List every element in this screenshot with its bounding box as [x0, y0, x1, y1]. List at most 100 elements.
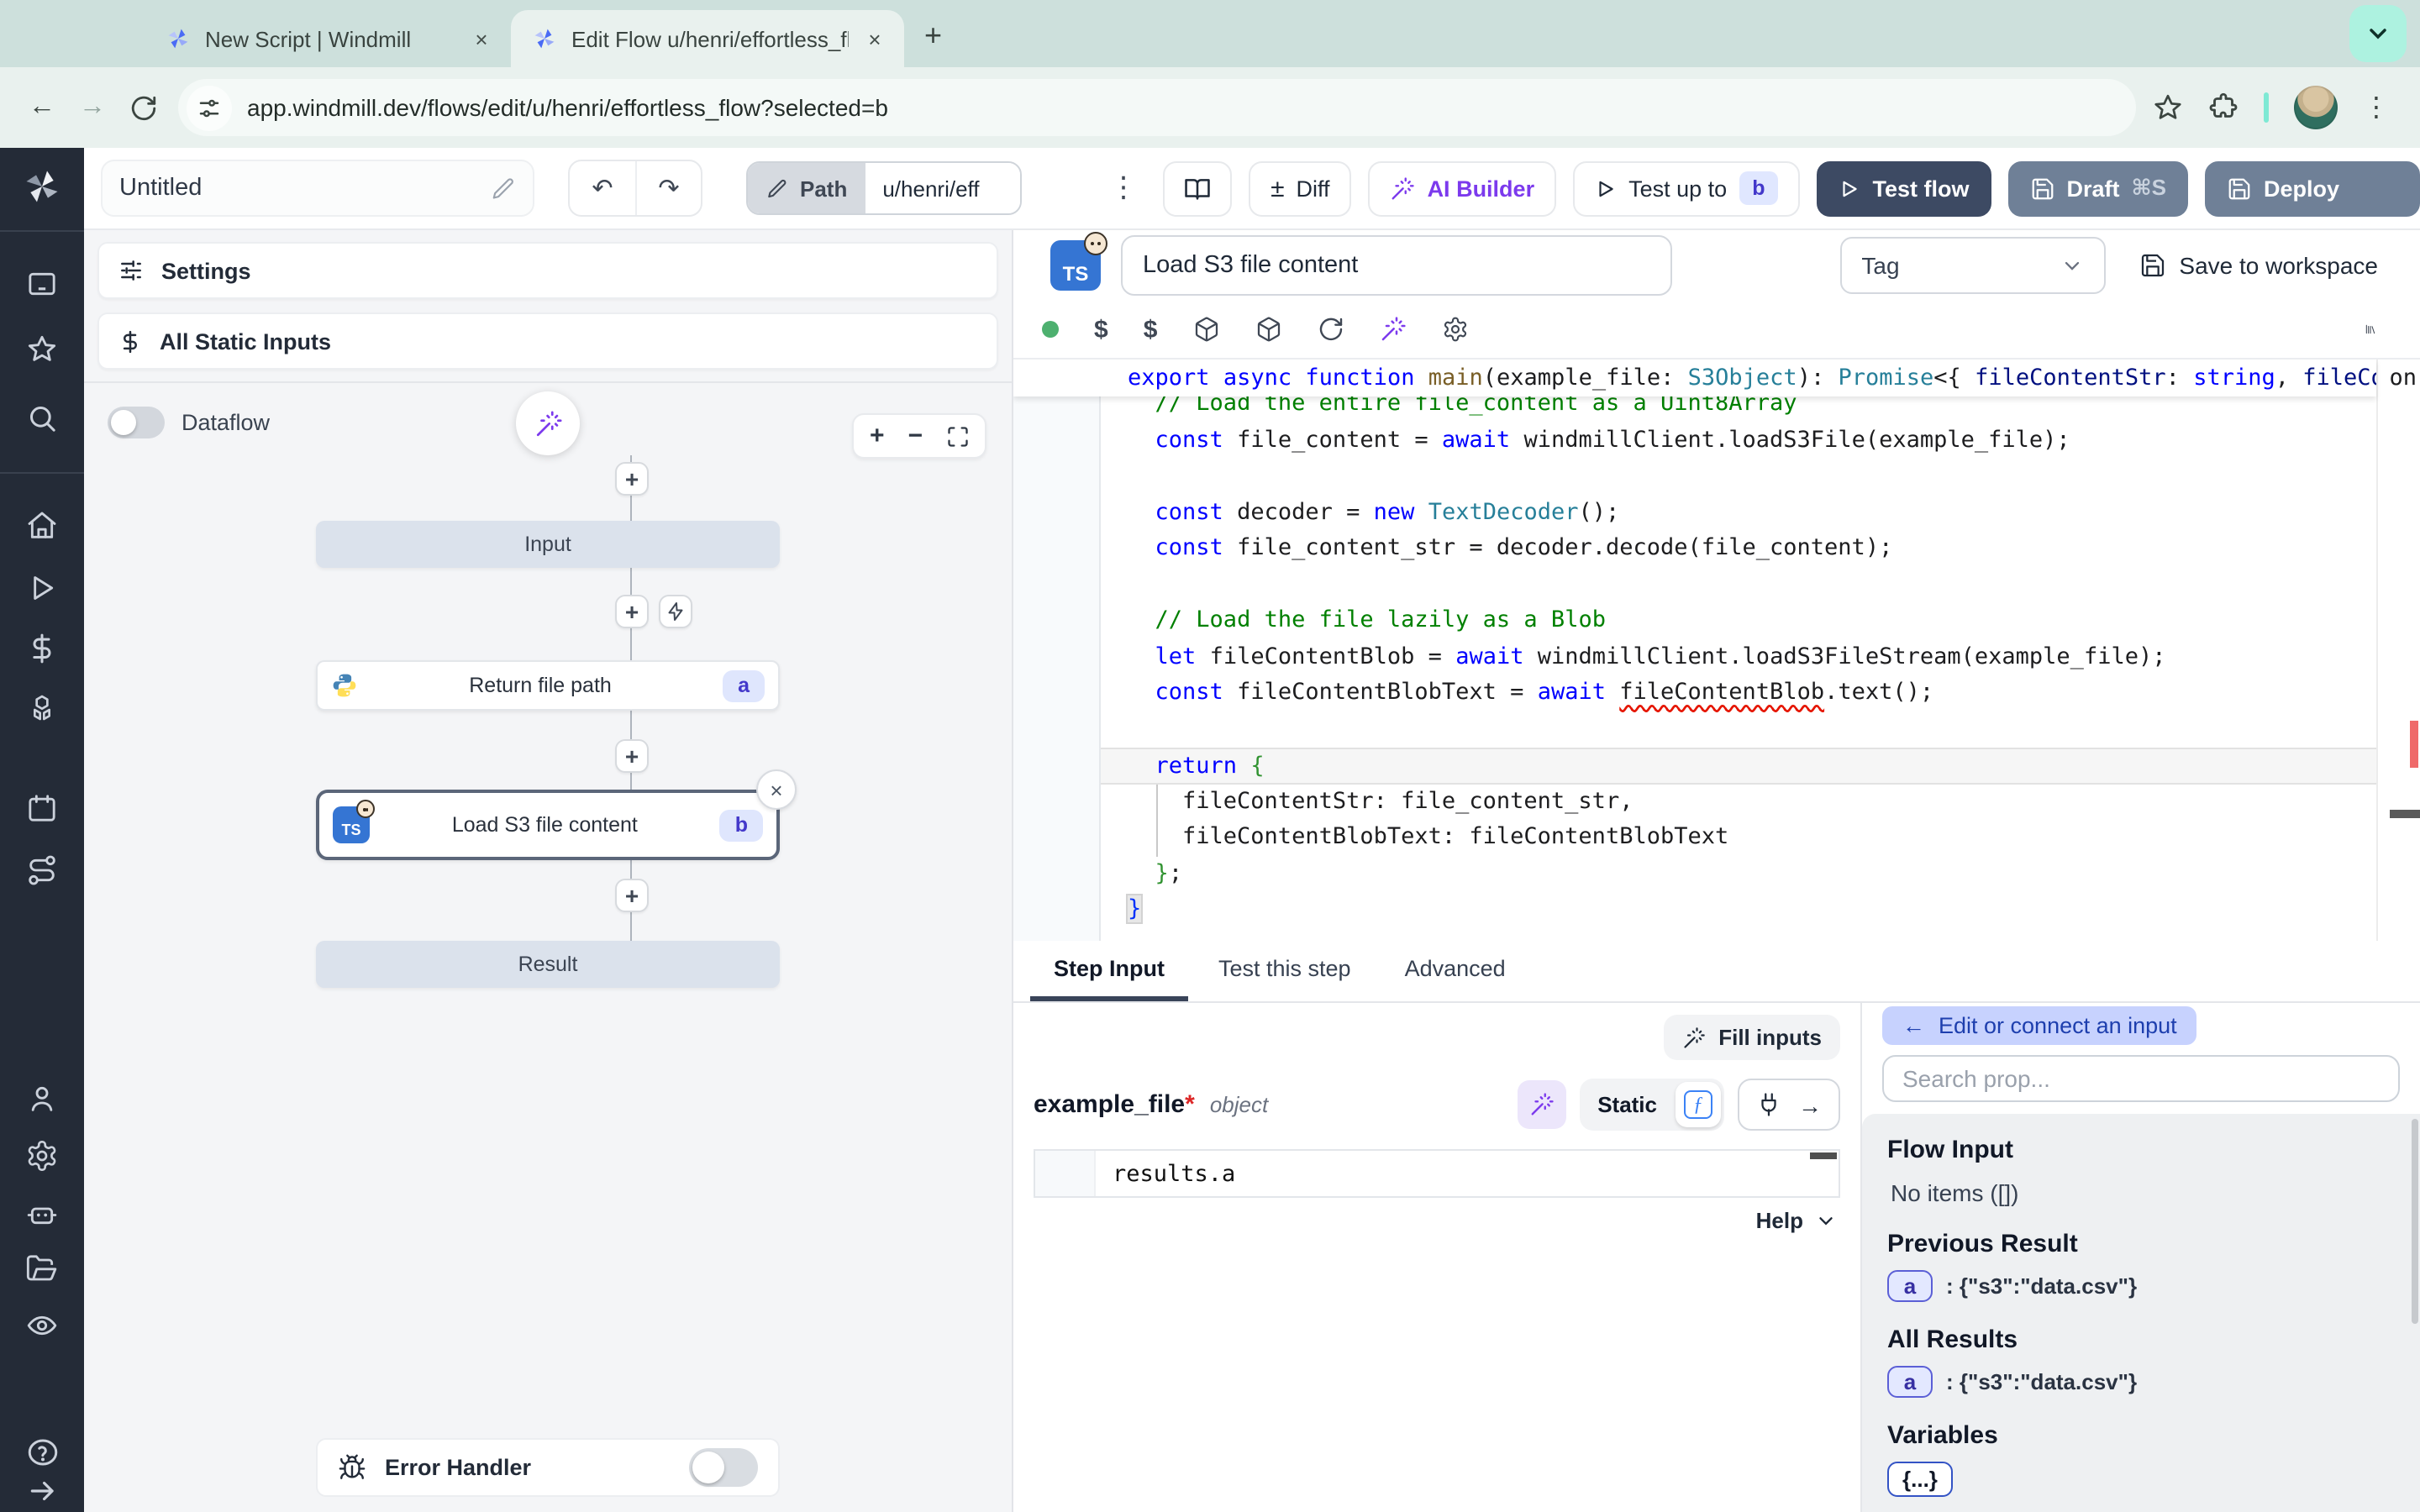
tab-close-icon[interactable]: × — [469, 26, 494, 51]
sidebar-item-apps[interactable] — [0, 267, 84, 301]
flow-node-input[interactable]: Input — [316, 521, 780, 568]
profile-avatar[interactable] — [2294, 86, 2338, 129]
redo-button[interactable]: ↷ — [635, 161, 701, 215]
expression-scrollbar[interactable] — [1810, 1152, 1837, 1159]
delete-step-button[interactable]: × — [756, 769, 797, 810]
draft-button[interactable]: Draft ⌘S — [2008, 160, 2189, 216]
insert-step-button[interactable]: + — [615, 462, 649, 496]
app-window: Untitled ↶ ↷ Path ⋮ — [0, 148, 2420, 1512]
zoom-in-icon[interactable]: + — [870, 422, 885, 450]
browser-menu-icon[interactable]: ⋮ — [2363, 91, 2390, 124]
variables-badge[interactable]: {...} — [1887, 1462, 1953, 1497]
sidebar-item-help[interactable] — [0, 1435, 84, 1470]
back-button[interactable]: ← — [17, 82, 67, 133]
sidebar-item-schedules[interactable] — [0, 791, 84, 825]
flow-settings-button[interactable]: Settings — [97, 242, 998, 299]
sidebar-item-search[interactable] — [0, 402, 84, 435]
insert-step-button[interactable]: + — [615, 595, 649, 628]
fill-inputs-button[interactable]: Fill inputs — [1663, 1015, 1840, 1060]
package-icon[interactable] — [1255, 316, 1281, 343]
zoom-out-icon[interactable]: − — [908, 422, 923, 450]
error-handler-toggle[interactable] — [689, 1448, 758, 1487]
code-sticky-text: export async function main(example_file:… — [1128, 365, 2376, 391]
sidebar-item-audit[interactable] — [0, 1309, 84, 1342]
connect-input-button[interactable]: → — [1738, 1079, 1840, 1131]
browser-tab-edit-flow[interactable]: Edit Flow u/henri/effortless_fl × — [511, 10, 904, 67]
tab-step-input[interactable]: Step Input — [1030, 941, 1188, 1001]
horizontal-scrollbar[interactable] — [2390, 810, 2420, 818]
step-name-input[interactable] — [1121, 235, 1672, 296]
all-results-row[interactable]: a : {"s3":"data.csv"} — [1887, 1366, 2395, 1398]
expression-editor[interactable]: results.a — [1034, 1149, 1840, 1198]
sidebar-item-settings[interactable] — [0, 1139, 84, 1173]
flow-title: Untitled — [119, 175, 202, 202]
browser-tab-new-script[interactable]: New Script | Windmill × — [145, 10, 511, 67]
flow-node-result[interactable]: Result — [316, 941, 780, 988]
reload-button[interactable] — [118, 82, 168, 133]
fit-view-icon[interactable] — [946, 424, 970, 448]
ai-wand-icon[interactable] — [1379, 316, 1406, 343]
resources-icon[interactable]: $ — [1144, 315, 1158, 344]
extensions-icon[interactable] — [2208, 92, 2238, 123]
help-button[interactable]: Help — [1756, 1208, 1837, 1233]
test-up-to-button[interactable]: Test up to b — [1573, 160, 1800, 216]
result-key-badge[interactable]: a — [1887, 1366, 1933, 1398]
edit-or-connect-button[interactable]: ← Edit or connect an input — [1882, 1006, 2197, 1045]
path-input[interactable] — [865, 163, 1020, 213]
bookmark-star-icon[interactable] — [2153, 92, 2183, 123]
sidebar-item-home[interactable] — [0, 509, 84, 543]
dataflow-toggle[interactable] — [108, 407, 165, 438]
trigger-button[interactable] — [659, 595, 692, 628]
all-static-inputs-button[interactable]: All Static Inputs — [97, 312, 998, 370]
reload-icon[interactable] — [1317, 316, 1344, 343]
sidebar-item-folders[interactable] — [0, 1252, 84, 1285]
tag-select[interactable]: Tag — [1839, 237, 2105, 294]
static-mode-label[interactable]: Static — [1582, 1092, 1672, 1117]
search-prop-input[interactable] — [1882, 1055, 2400, 1102]
sidebar-item-ai[interactable] — [0, 1196, 84, 1230]
edit-title-icon[interactable] — [491, 176, 516, 201]
flow-node-b-selected[interactable]: TS Load S3 file content b — [316, 790, 780, 860]
windmill-logo[interactable] — [0, 165, 84, 208]
ai-flow-wand-button[interactable] — [516, 391, 580, 455]
test-flow-button[interactable]: Test flow — [1817, 160, 1991, 216]
sidebar-item-favorites[interactable] — [0, 333, 84, 366]
diff-button[interactable]: ± Diff — [1249, 160, 1352, 216]
sidebar-collapse-icon[interactable] — [0, 1475, 84, 1507]
editor-settings-icon[interactable] — [1441, 316, 1468, 343]
variables-icon[interactable]: $ — [1094, 315, 1108, 344]
tab-close-icon[interactable]: × — [862, 26, 887, 51]
previous-result-row[interactable]: a : {"s3":"data.csv"} — [1887, 1270, 2395, 1302]
ai-fill-button[interactable] — [1517, 1080, 1565, 1129]
insert-step-button[interactable]: + — [615, 879, 649, 912]
forward-button[interactable]: → — [67, 82, 118, 133]
package-icon[interactable] — [1192, 316, 1219, 343]
sidebar-item-users[interactable] — [0, 1082, 84, 1116]
flow-node-a[interactable]: Return file path a — [316, 660, 780, 711]
deploy-button[interactable]: Deploy — [2205, 160, 2420, 216]
ai-builder-button[interactable]: AI Builder — [1369, 160, 1557, 216]
more-menu-icon[interactable]: ⋮ — [1101, 171, 1146, 205]
sidebar-item-routes[interactable] — [0, 853, 84, 887]
path-button[interactable]: Path — [748, 163, 865, 213]
panel-scrollbar[interactable] — [2412, 1119, 2418, 1324]
save-to-workspace-button[interactable]: Save to workspace — [2139, 252, 2378, 279]
sidebar-item-resources[interactable] — [0, 692, 84, 726]
flow-title-input[interactable]: Untitled — [101, 160, 534, 217]
result-key-badge[interactable]: a — [1887, 1270, 1933, 1302]
tab-test-this-step[interactable]: Test this step — [1195, 941, 1375, 1001]
undo-button[interactable]: ↶ — [570, 161, 635, 215]
code-editor[interactable]: // Load the entire file_content as a Uin… — [1013, 358, 2420, 941]
tab-search-button[interactable] — [2349, 5, 2407, 62]
library-icon[interactable] — [2365, 316, 2391, 343]
insert-step-button[interactable]: + — [615, 739, 649, 773]
docs-button[interactable] — [1163, 160, 1232, 216]
javascript-mode-button[interactable]: ƒ — [1676, 1082, 1721, 1127]
address-bar[interactable]: app.windmill.dev/flows/edit/u/henri/effo… — [178, 79, 2136, 136]
tab-advanced[interactable]: Advanced — [1381, 941, 1529, 1001]
new-tab-button[interactable]: + — [924, 18, 942, 54]
step-badge: b — [1739, 171, 1778, 205]
site-settings-icon[interactable] — [187, 85, 232, 130]
sidebar-item-variables[interactable] — [0, 632, 84, 665]
sidebar-item-runs[interactable] — [0, 571, 84, 605]
